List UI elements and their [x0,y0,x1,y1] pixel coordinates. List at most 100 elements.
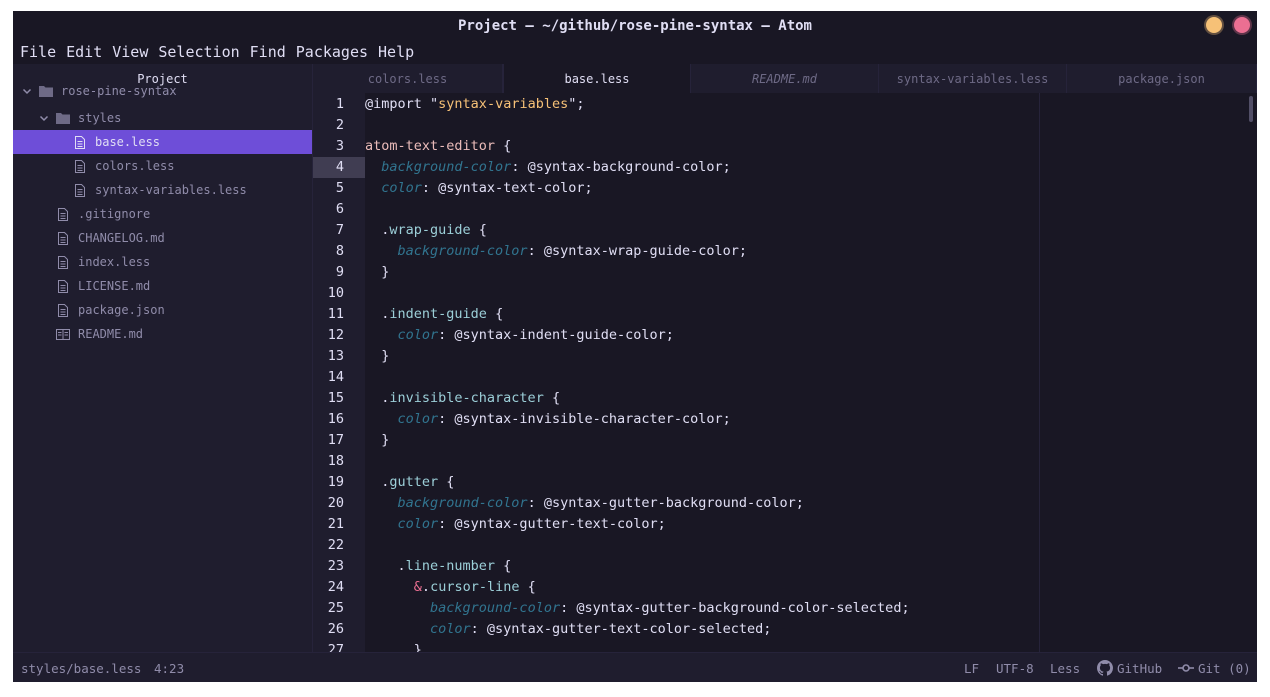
line-number[interactable]: 15 [313,388,365,409]
code-line[interactable]: background-color: @syntax-wrap-guide-col… [365,241,748,262]
tree-item-index-less[interactable]: index.less [13,250,312,274]
line-number[interactable]: 5 [313,178,365,199]
code-line[interactable]: .wrap-guide { [365,220,487,241]
minimize-button[interactable] [1206,17,1222,33]
line-number[interactable]: 24 [313,577,365,598]
close-button[interactable] [1234,17,1250,33]
vertical-scrollbar[interactable] [1249,96,1253,122]
line-number[interactable]: 11 [313,304,365,325]
tab-colors-less[interactable]: colors.less [313,64,503,93]
code-line[interactable]: .line-number { [365,556,512,577]
menu-selection[interactable]: Selection [158,43,239,61]
line-number[interactable]: 19 [313,472,365,493]
status-github[interactable]: GitHub [1097,653,1162,682]
code-line[interactable]: color: @syntax-indent-guide-color; [365,325,674,346]
code-line[interactable]: } [365,346,389,367]
code-line[interactable]: color: @syntax-gutter-text-color-selecte… [365,619,771,640]
line-number[interactable]: 4 [313,157,365,178]
line-number[interactable]: 6 [313,199,365,220]
tree-item-changelog-md[interactable]: CHANGELOG.md [13,226,312,250]
tab-package-json[interactable]: package.json [1067,64,1257,93]
menu-edit[interactable]: Edit [66,43,102,61]
line-number[interactable]: 23 [313,556,365,577]
code-line[interactable]: } [365,262,389,283]
menu-file[interactable]: File [20,43,56,61]
code-line[interactable]: .indent-guide { [365,304,503,325]
tree-item-label: rose-pine-syntax [61,84,177,98]
code-line[interactable]: background-color: @syntax-gutter-backgro… [365,598,910,619]
line-number[interactable]: 21 [313,514,365,535]
code-token: : @syntax-invisible-character-color; [438,411,731,427]
code-line[interactable]: atom-text-editor { [365,136,511,157]
menu-help[interactable]: Help [378,43,414,61]
line-number[interactable]: 18 [313,451,365,472]
code-token: : @syntax-wrap-guide-color; [527,243,748,259]
code-line[interactable]: .invisible-character { [365,388,560,409]
tree-item-styles[interactable]: styles [13,106,312,130]
code-line[interactable]: } [365,640,422,652]
tree-item-label: README.md [78,327,144,341]
code-token: } [365,264,390,280]
code-line[interactable]: } [365,430,389,451]
status-cursor-position[interactable]: 4:23 [154,653,184,682]
tab-readme-md[interactable]: README.md [691,64,879,93]
chevron-down-icon[interactable] [38,112,50,124]
folder-icon [56,112,70,124]
code-line[interactable]: &.cursor-line { [365,577,536,598]
line-number[interactable]: 1 [313,94,365,115]
code-token: atom-text-editor [365,138,496,154]
line-number[interactable]: 2 [313,115,365,136]
line-number-gutter[interactable]: 1 2 3 4 5 6 7 8 9 10 11 12 13 14 15 16 17 18 19 20 21 22 23 24 2… [313,93,365,652]
menu-find[interactable]: Find [250,43,286,61]
tab-label: README.md [751,71,818,86]
status-line-ending[interactable]: LF [964,653,979,682]
code-line[interactable]: color: @syntax-text-color; [365,178,592,199]
tree-item-gitignore[interactable]: .gitignore [13,202,312,226]
tree-item-syntax-variables-less[interactable]: syntax-variables.less [13,178,312,202]
line-number[interactable]: 27 [313,640,365,652]
tree-item-base-less[interactable]: base.less [13,130,312,154]
code-line[interactable]: .gutter { [365,472,454,493]
line-number[interactable]: 13 [313,346,365,367]
line-number[interactable]: 26 [313,619,365,640]
code-token: line-number [405,558,496,574]
tree-item-package-json[interactable]: package.json [13,298,312,322]
line-number[interactable]: 25 [313,598,365,619]
tab-syntax-variables-less[interactable]: syntax-variables.less [879,64,1067,93]
line-number[interactable]: 20 [313,493,365,514]
chevron-down-icon[interactable] [21,85,33,97]
git-commit-icon [1178,664,1194,672]
status-grammar[interactable]: Less [1050,653,1080,682]
tree-item-readme-md[interactable]: README.md [13,322,312,346]
tab-base-less[interactable]: base.less [503,64,691,93]
window-title: Project — ~/github/rose-pine-syntax — At… [457,17,812,34]
tree-item-label: index.less [78,255,151,269]
code-line[interactable]: color: @syntax-gutter-text-color; [365,514,666,535]
code-line[interactable]: @import "syntax-variables"; [365,94,585,115]
line-number[interactable]: 10 [313,283,365,304]
line-number[interactable]: 17 [313,430,365,451]
status-encoding[interactable]: UTF-8 [996,653,1034,682]
tree-item-label: LICENSE.md [78,279,151,293]
line-number[interactable]: 16 [313,409,365,430]
line-number[interactable]: 9 [313,262,365,283]
status-git[interactable]: Git (0) [1178,653,1251,682]
menu-view[interactable]: View [112,43,148,61]
line-number[interactable]: 7 [313,220,365,241]
menu-packages[interactable]: Packages [296,43,368,61]
line-number[interactable]: 3 [313,136,365,157]
code-line[interactable]: background-color: @syntax-background-col… [365,157,731,178]
code-line[interactable]: color: @syntax-invisible-character-color… [365,409,731,430]
line-number[interactable]: 8 [313,241,365,262]
line-number[interactable]: 14 [313,367,365,388]
text-editor[interactable]: 1 2 3 4 5 6 7 8 9 10 11 12 13 14 15 16 17 18 19 20 21 22 23 24 2… [313,93,1257,652]
code-token: background-color [397,495,528,511]
line-number[interactable]: 12 [313,325,365,346]
status-file-path[interactable]: styles/base.less [21,653,141,682]
line-number[interactable]: 22 [313,535,365,556]
tree-item-colors-less[interactable]: colors.less [13,154,312,178]
code-line[interactable]: background-color: @syntax-gutter-backgro… [365,493,804,514]
tree-item-rose-pine-syntax[interactable]: rose-pine-syntax [13,79,312,103]
tree-item-license-md[interactable]: LICENSE.md [13,274,312,298]
